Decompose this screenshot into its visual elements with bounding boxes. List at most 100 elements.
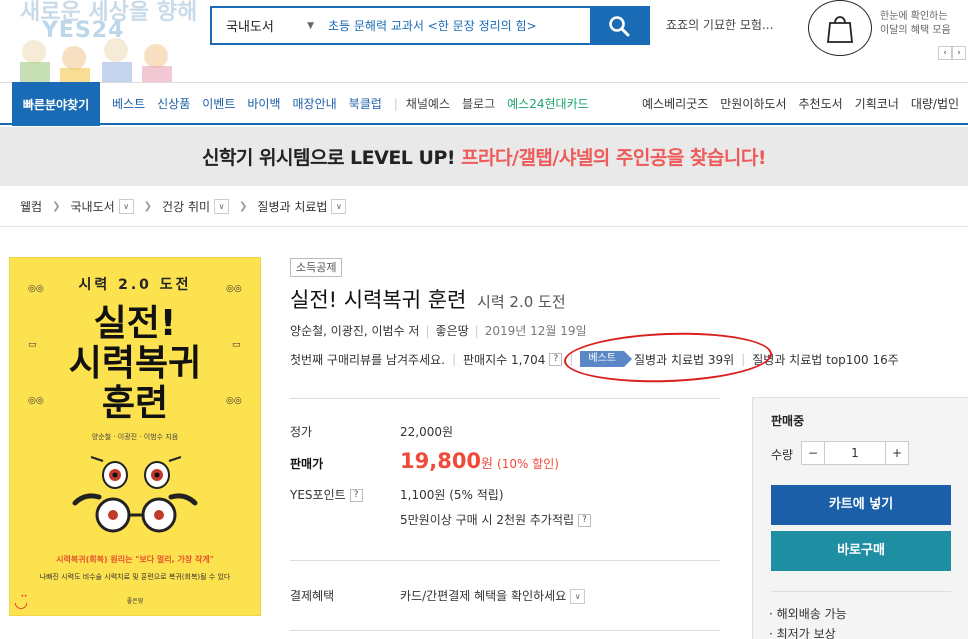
review-prompt-link[interactable]: 첫번째 구매리뷰를 남겨주세요. <box>290 351 445 368</box>
highlight-annotation-oval <box>563 329 773 386</box>
book-title-text: 실전! 시력복귀 훈련 <box>290 288 467 312</box>
eye-chart-icon: ▭ <box>232 340 241 350</box>
nav-item-hyundai-card[interactable]: 예스24현대카드 <box>507 95 589 112</box>
list-price-row: 정가 22,000원 <box>290 423 453 440</box>
quantity-label: 수량 <box>771 448 794 462</box>
chevron-right-icon: ❯ <box>239 200 248 212</box>
glasses-icon: ◎◎ <box>226 284 242 294</box>
top100-rank-link[interactable]: 질병과 치료법 top100 16주 <box>752 351 899 368</box>
panel-divider <box>771 591 951 592</box>
meta-separator: | <box>425 324 430 338</box>
quantity-minus-button[interactable]: − <box>801 441 825 465</box>
quick-category-button[interactable]: 빠른분야찾기 <box>12 82 100 126</box>
sale-price-value: 19,800 <box>400 449 482 473</box>
book-subtitle: 시력 2.0 도전 <box>477 293 566 311</box>
search-bar: 국내도서 ▼ <box>210 6 650 45</box>
cover-authors: 양순철 · 이광진 · 이범수 지음 <box>91 433 179 441</box>
nav-item-store[interactable]: 매장안내 <box>293 95 337 112</box>
book-cover-image[interactable]: 시력 2.0 도전 실전! 시력복귀 훈련 ◎◎ ◎◎ ▭ ▭ ◎◎ ◎◎ 양순… <box>10 258 260 615</box>
nav-item-bookclub[interactable]: 북클럽 <box>349 95 382 112</box>
sale-status: 판매중 <box>771 414 805 428</box>
discount-rate: (10% 할인) <box>497 457 559 471</box>
buy-now-button[interactable]: 바로구매 <box>771 531 951 571</box>
pager-prev-button[interactable]: ‹ <box>938 46 952 60</box>
nav-item-under-10000[interactable]: 만원이하도서 <box>720 95 786 112</box>
payment-benefit-link[interactable]: 카드/간편결제 혜택을 확인하세요 <box>400 589 566 603</box>
cover-title-line-1: 실전! <box>93 303 177 344</box>
sale-price-row: 판매가 19,800원 (10% 할인) <box>290 449 559 473</box>
quantity-stepper: − 1 + <box>801 441 909 465</box>
chevron-down-icon[interactable]: ∨ <box>118 198 134 214</box>
nav-separator: | <box>393 96 398 111</box>
breadcrumb-item-health: 건강 취미 ∨ <box>162 198 230 215</box>
caret-down-icon: ▼ <box>307 20 314 31</box>
book-authors-link[interactable]: 양순철, 이광진, 이범수 저 <box>290 324 419 338</box>
cover-series-text: 시력 2.0 도전 <box>78 277 192 293</box>
smile-icon: ◡̈ <box>14 592 28 611</box>
meta-separator: | <box>474 324 479 338</box>
search-suggestion-link[interactable]: 죠죠의 기묘한 모험... <box>666 16 773 33</box>
cover-title-line-2: 시력복귀 <box>68 343 202 384</box>
breadcrumb-label-health[interactable]: 건강 취미 <box>162 198 210 215</box>
monthly-benefit-promo[interactable]: 한눈에 확인하는 이달의 혜택 모음 <box>880 10 951 38</box>
nav-item-event[interactable]: 이벤트 <box>202 95 235 112</box>
points-value: 1,100원 (5% 적립) <box>400 488 504 502</box>
nav-item-special[interactable]: 기획코너 <box>855 95 899 112</box>
tax-deduction-badge: 소득공제 <box>290 258 343 277</box>
eye-chart-icon: ▭ <box>28 340 37 350</box>
cartoon-eyes-illustration <box>72 456 198 533</box>
payment-benefit-label: 결제혜택 <box>290 589 335 603</box>
section-divider <box>290 560 720 561</box>
sale-price-label: 판매가 <box>290 457 324 471</box>
promo-line-2: 이달의 혜택 모음 <box>880 25 951 36</box>
list-price-label: 정가 <box>290 425 313 439</box>
main-navigation: 빠른분야찾기 베스트 신상품 이벤트 바이백 매장안내 북클럽 | 채널예스 블… <box>0 82 968 126</box>
chevron-down-icon[interactable]: ∨ <box>331 198 347 214</box>
logo-text: YES24 <box>42 18 125 43</box>
banner-text-highlight: 프라다/갤탭/샤넬의 주인공을 찾습니다! <box>461 147 767 169</box>
help-icon[interactable]: ? <box>549 352 563 366</box>
overseas-shipping-info: · 해외배송 가능 <box>769 607 847 621</box>
breadcrumb: 웰컴 ❯ 국내도서 ∨ ❯ 건강 취미 ∨ ❯ 질병과 치료법 ∨ <box>0 186 968 227</box>
nav-item-best[interactable]: 베스트 <box>112 95 145 112</box>
purchase-panel: 판매중 수량 − 1 + 카트에 넣기 바로구매 · 해외배송 가능 · 최저가… <box>752 397 968 639</box>
sales-index: 판매지수 1,704 <box>463 352 546 367</box>
site-logo[interactable]: 새로운 세상을 향해 YES24 <box>0 0 205 82</box>
chevron-down-icon[interactable]: ∨ <box>214 198 230 214</box>
help-icon[interactable]: ? <box>349 489 363 502</box>
book-publisher-link[interactable]: 좋은땅 <box>436 324 469 338</box>
nav-item-bulk[interactable]: 대량/법인 <box>911 95 959 112</box>
search-category-label: 국내도서 <box>226 20 274 35</box>
payment-benefit-row: 결제혜택 카드/간편결제 혜택을 확인하세요 ∨ <box>290 587 586 604</box>
breadcrumb-item-disease: 질병과 치료법 ∨ <box>257 198 347 215</box>
chevron-down-icon[interactable]: ∨ <box>570 589 586 604</box>
quantity-input[interactable]: 1 <box>825 441 885 465</box>
search-icon <box>609 15 630 36</box>
cover-title-line-3: 훈련 <box>101 383 169 424</box>
cover-title: 실전! 시력복귀 훈련 <box>10 304 260 424</box>
nav-item-new[interactable]: 신상품 <box>157 95 190 112</box>
breadcrumb-label-disease[interactable]: 질병과 치료법 <box>257 198 327 215</box>
chevron-right-icon: ❯ <box>52 200 61 212</box>
breadcrumb-item-welcome[interactable]: 웰컴 <box>20 198 42 215</box>
search-button[interactable] <box>590 8 648 43</box>
nav-item-goods[interactable]: 예스베리굿즈 <box>642 95 708 112</box>
quantity-plus-button[interactable]: + <box>885 441 909 465</box>
nav-item-recommend[interactable]: 추천도서 <box>799 95 843 112</box>
promo-banner[interactable]: 신학기 위시템으로 LEVEL UP! 프라다/갤탭/샤넬의 주인공을 찾습니다… <box>0 127 968 186</box>
search-category-select[interactable]: 국내도서 ▼ <box>212 8 322 43</box>
help-icon[interactable]: ? <box>578 514 592 527</box>
extra-points-row: 5만원이상 구매 시 2천원 추가적립? <box>290 511 592 528</box>
nav-item-blog[interactable]: 블로그 <box>462 95 495 112</box>
book-title: 실전! 시력복귀 훈련 시력 2.0 도전 <box>290 284 566 314</box>
glasses-icon: ◎◎ <box>28 396 44 406</box>
breadcrumb-label-domestic[interactable]: 국내도서 <box>70 198 114 215</box>
extra-points-text: 5만원이상 구매 시 2천원 추가적립 <box>400 513 575 527</box>
shopping-bag-button[interactable] <box>808 0 872 56</box>
nav-item-buyback[interactable]: 바이백 <box>247 95 280 112</box>
search-input[interactable] <box>322 8 590 43</box>
glasses-icon: ◎◎ <box>28 284 44 294</box>
add-to-cart-button[interactable]: 카트에 넣기 <box>771 485 951 525</box>
pager-next-button[interactable]: › <box>952 46 966 60</box>
nav-item-channel-yes[interactable]: 채널예스 <box>406 95 450 112</box>
